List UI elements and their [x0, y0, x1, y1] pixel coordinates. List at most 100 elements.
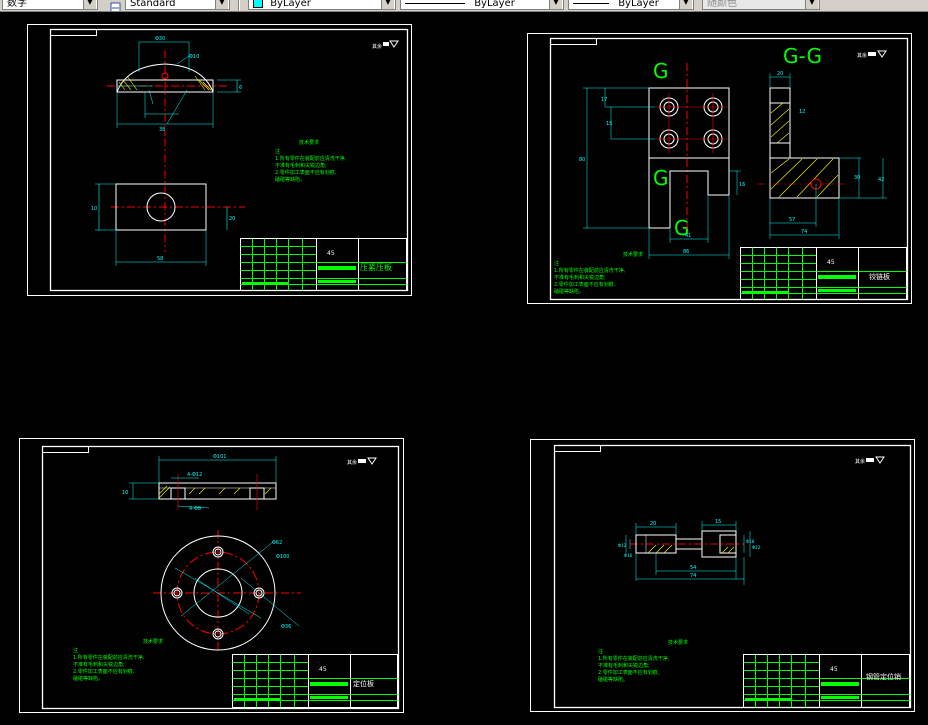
svg-text:4-Φ8: 4-Φ8 — [189, 506, 201, 512]
svg-text:1.所有零件在装配前应清洗干净,: 1.所有零件在装配前应清洗干净, — [73, 654, 145, 661]
dim-style-value: Standard — [130, 0, 176, 9]
svg-text:10: 10 — [91, 206, 97, 212]
title-block: 45 铰链板 — [740, 247, 907, 300]
linetype-sample — [405, 2, 465, 4]
lineweight-combo[interactable]: ByLayer ▼ — [568, 0, 694, 10]
svg-text:注: 注 — [275, 148, 280, 155]
svg-text:铰链板: 铰链板 — [869, 272, 890, 281]
svg-text:57: 57 — [789, 217, 795, 223]
svg-text:Φ36: Φ36 — [281, 624, 291, 630]
roughness-symbol: 其余 — [855, 456, 885, 465]
svg-text:30: 30 — [854, 175, 860, 181]
plotstyle-combo: 随颜色 ▼ — [702, 0, 820, 10]
svg-text:45: 45 — [827, 259, 835, 266]
svg-text:2.零件加工表面不应有划痕、: 2.零件加工表面不应有划痕、 — [275, 169, 340, 176]
svg-text:其余: 其余 — [372, 43, 382, 50]
svg-text:45: 45 — [319, 666, 327, 673]
svg-text:86: 86 — [683, 249, 689, 255]
svg-text:12: 12 — [799, 109, 805, 115]
svg-text:20: 20 — [229, 216, 235, 222]
linetype-value: ByLayer — [474, 0, 515, 9]
linetype-combo[interactable]: ByLayer ▼ — [400, 0, 564, 10]
color-value: ByLayer — [270, 0, 311, 9]
svg-text:不准有毛刺和尖锐边角;: 不准有毛刺和尖锐边角; — [554, 274, 606, 281]
svg-text:钢管定位销: 钢管定位销 — [866, 672, 901, 681]
properties-toolbar: 数字 ▼ Standard ▼ ByLayer ▼ ByLayer ▼ ByLa… — [0, 0, 928, 12]
chevron-down-icon[interactable]: ▼ — [679, 0, 692, 9]
svg-text:1.所有零件在装配前应清洗干净,: 1.所有零件在装配前应清洗干净, — [554, 267, 626, 274]
lineweight-sample — [573, 2, 609, 4]
plotstyle-value: 随颜色 — [707, 0, 737, 9]
svg-text:10: 10 — [122, 490, 128, 496]
svg-text:注: 注 — [73, 647, 78, 654]
chevron-down-icon[interactable]: ▼ — [83, 0, 96, 9]
svg-text:不准有毛刺和尖锐边角;: 不准有毛刺和尖锐边角; — [73, 661, 125, 668]
drawing-sheet-4[interactable]: 其余 20 15 54 74 Φ12 Φ18 Φ22 Φ16 技术要求 注 1.… — [530, 439, 916, 713]
pin-view: 20 15 54 74 Φ12 Φ18 Φ22 Φ16 — [618, 519, 761, 585]
color-swatch-icon — [253, 0, 263, 8]
view-label: G — [653, 59, 669, 83]
title-block: 45 定位板 — [232, 654, 398, 708]
svg-text:58: 58 — [157, 256, 163, 262]
svg-text:6: 6 — [239, 85, 242, 91]
roughness-symbol: 其余 — [372, 40, 399, 50]
svg-text:磕碰等缺陷。: 磕碰等缺陷。 — [275, 176, 305, 183]
chevron-down-icon[interactable]: ▼ — [215, 0, 228, 9]
svg-text:15: 15 — [606, 121, 612, 127]
view-label: G — [653, 166, 669, 190]
tech-requirements: 技术要求 注 1.所有零件在装配前应清洗干净, 不准有毛刺和尖锐边角; 2.零件… — [554, 251, 643, 295]
tech-requirements: 技术要求 注 1.所有零件在装配前应清洗干净, 不准有毛刺和尖锐边角; 2.零件… — [73, 638, 163, 682]
svg-text:15: 15 — [715, 519, 721, 525]
svg-text:45: 45 — [830, 666, 838, 673]
svg-text:80: 80 — [579, 157, 585, 163]
svg-text:20: 20 — [777, 71, 783, 77]
title-block: 45 压紧压板 — [240, 238, 407, 291]
svg-text:4-Φ12: 4-Φ12 — [187, 472, 202, 478]
svg-text:Φ12: Φ12 — [618, 543, 627, 548]
svg-text:2.零件加工表面不应有划痕、: 2.零件加工表面不应有划痕、 — [554, 281, 619, 288]
front-view: 80 17 15 16 86 41 — [579, 63, 745, 259]
svg-text:不准有毛刺和尖锐边角;: 不准有毛刺和尖锐边角; — [275, 162, 327, 169]
svg-text:Φ10: Φ10 — [189, 54, 199, 60]
svg-text:磕碰等缺陷。: 磕碰等缺陷。 — [598, 676, 628, 683]
svg-text:Φ101: Φ101 — [213, 454, 226, 460]
drawing-sheet-1[interactable]: 其余 38 Φ30 Φ10 6 58 10 20 技术要求 注 1.所有零件在装… — [27, 24, 413, 297]
top-view: 58 10 20 — [91, 138, 245, 266]
tech-requirements: 技术要求 注 1.所有零件在装配前应清洗干净, 不准有毛刺和尖锐边角; 2.零件… — [275, 139, 347, 183]
section-label: G-G — [783, 44, 822, 68]
svg-text:磕碰等缺陷。: 磕碰等缺陷。 — [554, 288, 584, 295]
svg-text:其余: 其余 — [855, 458, 865, 465]
svg-text:Φ18: Φ18 — [746, 539, 755, 544]
drawing-sheet-3[interactable]: 其余 Φ101 4-Φ12 10 4-Φ8 Φ62 Φ100 Φ36 技术要求 … — [19, 438, 405, 714]
svg-text:Φ62: Φ62 — [272, 540, 282, 546]
svg-text:45: 45 — [327, 250, 335, 257]
svg-text:Φ100: Φ100 — [276, 554, 289, 560]
color-combo[interactable]: ByLayer ▼ — [248, 0, 396, 10]
text-style-combo[interactable]: 数字 ▼ — [2, 0, 98, 10]
roughness-symbol: 其余 — [857, 50, 887, 59]
text-style-value: 数字 — [7, 0, 27, 9]
chevron-down-icon[interactable]: ▼ — [381, 0, 394, 9]
plan-view: Φ62 Φ100 Φ36 — [153, 530, 301, 652]
svg-text:不准有毛刺和尖锐边角;: 不准有毛刺和尖锐边角; — [598, 662, 650, 669]
drawing-sheet-2[interactable]: 其余 G G-G G G 80 17 15 16 86 41 20 12 30 … — [527, 33, 913, 305]
dim-style-icon[interactable] — [110, 0, 121, 11]
svg-text:其余: 其余 — [857, 52, 867, 59]
svg-text:42: 42 — [878, 177, 884, 183]
svg-text:1.所有零件在装配前应清洗干净,: 1.所有零件在装配前应清洗干净, — [598, 655, 670, 662]
svg-text:2.零件加工表面不应有划痕、: 2.零件加工表面不应有划痕、 — [73, 668, 138, 675]
svg-text:注: 注 — [554, 260, 559, 267]
svg-text:17: 17 — [601, 97, 607, 103]
svg-text:54: 54 — [690, 565, 696, 571]
chevron-down-icon[interactable]: ▼ — [549, 0, 562, 9]
roughness-symbol: 其余 — [347, 457, 377, 466]
toolbar-separator — [238, 0, 240, 11]
svg-text:定位板: 定位板 — [353, 679, 374, 688]
svg-text:38: 38 — [159, 127, 165, 133]
svg-text:技术要求: 技术要求 — [299, 139, 319, 146]
dim-style-combo[interactable]: Standard ▼ — [125, 0, 230, 10]
svg-text:Φ30: Φ30 — [155, 36, 165, 42]
title-block: 45 钢管定位销 — [743, 654, 910, 708]
svg-text:注: 注 — [598, 648, 603, 655]
section-view: 20 12 30 42 57 74 — [757, 71, 887, 239]
